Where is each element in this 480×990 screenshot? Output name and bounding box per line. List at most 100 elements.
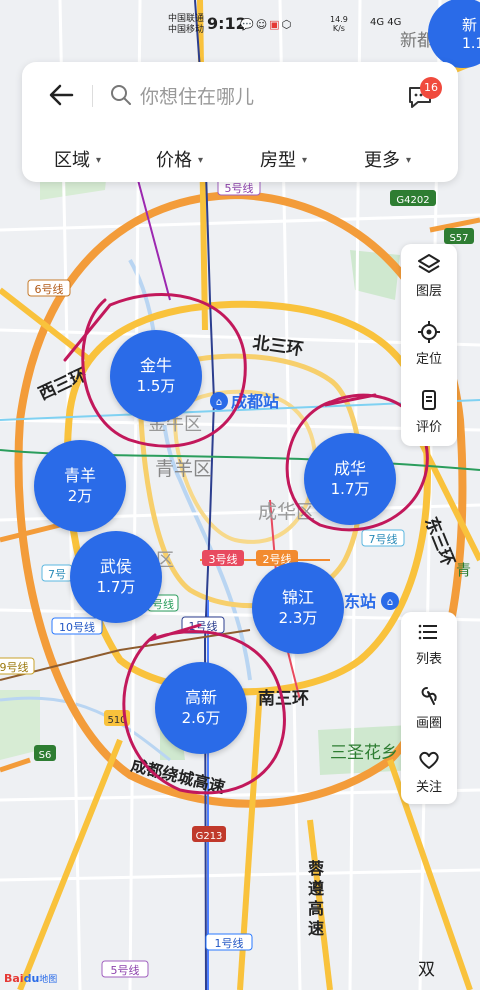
message-badge: 16 — [420, 77, 442, 99]
bubble-price: 1.7万 — [96, 578, 136, 596]
tool-label: 评价 — [415, 420, 442, 435]
filter-bar: 区域 ▾ 价格 ▾ 房型 ▾ 更多 ▾ — [22, 146, 458, 174]
net-speed-value: 14.9 — [330, 15, 348, 24]
metro-tag-l1b: 1号线 — [205, 933, 253, 951]
logo-ditu: 地图 — [39, 975, 58, 985]
road-shield-s6: S6 — [34, 745, 56, 761]
bubble-name: 武侯 — [99, 557, 132, 576]
divider — [92, 85, 93, 107]
list-tools-panel: 列表 画圈 关注 — [401, 612, 457, 804]
svg-text:10号线: 10号线 — [59, 620, 95, 634]
filter-more[interactable]: 更多 ▾ — [364, 146, 411, 172]
locate-icon — [418, 321, 440, 343]
map-tools-panel: 图层 定位 评价 — [401, 244, 457, 446]
tool-label: 定位 — [415, 352, 442, 367]
place-label-shuang: 双 — [418, 960, 435, 980]
district-bubble-jinjiang[interactable]: 锦江 2.3万 — [252, 562, 344, 654]
svg-text:5号线: 5号线 — [225, 181, 254, 195]
district-bubble-qingyang[interactable]: 青羊 2万 — [34, 440, 126, 532]
district-bubble-chenghua[interactable]: 成华 1.7万 — [304, 433, 396, 525]
review-button[interactable]: 评价 — [401, 380, 457, 446]
district-label-qingyang: 青羊区 — [155, 458, 212, 480]
bubble-price: 1.5万 — [136, 377, 176, 395]
filter-price[interactable]: 价格 ▾ — [156, 146, 203, 172]
tool-label: 图层 — [415, 284, 442, 299]
follow-button[interactable]: 关注 — [401, 740, 457, 806]
filter-room-type[interactable]: 房型 ▾ — [260, 146, 307, 172]
svg-text:⌂: ⌂ — [216, 397, 222, 408]
bubble-name: 新 — [462, 16, 478, 34]
layers-icon — [418, 254, 440, 273]
svg-text:蓉: 蓉 — [307, 859, 324, 878]
road-shield-g4202: G4202 — [390, 190, 436, 206]
svg-text:7号线: 7号线 — [369, 532, 398, 546]
status-bar: 中国联通 中国移动 9:12 💬☺▣⬡ 14.9 K/s 4G 4G — [0, 0, 480, 44]
svg-text:7号: 7号 — [48, 568, 66, 581]
baidu-map-logo: Baidu地图 — [4, 972, 57, 985]
carrier-2: 中国移动 — [168, 25, 205, 35]
locate-button[interactable]: 定位 — [401, 312, 457, 378]
bubble-price: 2.6万 — [181, 709, 221, 727]
bubble-price: 2.3万 — [278, 609, 318, 627]
search-input[interactable] — [138, 82, 372, 112]
net-speed: 14.9 K/s — [330, 15, 348, 33]
logo-bai: Bai — [4, 972, 24, 985]
metro-tag-l7a: 7号线 — [361, 529, 405, 547]
tool-label: 列表 — [415, 652, 442, 667]
svg-text:速: 速 — [308, 919, 324, 938]
district-bubble-wuhou[interactable]: 武侯 1.7万 — [70, 531, 162, 623]
bubble-name: 成华 — [333, 459, 366, 478]
bubble-price: 1.7万 — [330, 480, 370, 498]
chevron-down-icon: ▾ — [302, 155, 308, 166]
layers-button[interactable]: 图层 — [401, 244, 457, 310]
filter-label: 区域 — [54, 150, 90, 171]
back-arrow-icon[interactable] — [46, 78, 76, 112]
svg-text:1号线: 1号线 — [215, 936, 244, 950]
svg-text:高: 高 — [308, 899, 324, 918]
svg-text:S6: S6 — [39, 750, 52, 761]
filter-label: 房型 — [260, 150, 296, 171]
chevron-down-icon: ▾ — [96, 155, 102, 166]
search-card: 16 区域 ▾ 价格 ▾ 房型 ▾ 更多 ▾ — [22, 62, 458, 182]
chevron-down-icon: ▾ — [406, 155, 412, 166]
svg-text:S57: S57 — [449, 233, 468, 244]
notification-icons: 💬☺▣⬡ — [240, 18, 294, 31]
heart-icon — [419, 751, 439, 769]
station-label-east: 东站 — [344, 592, 376, 611]
district-bubble-jinniu[interactable]: 金牛 1.5万 — [110, 330, 202, 422]
bubble-name: 锦江 — [281, 588, 314, 607]
bubble-name: 高新 — [184, 688, 217, 707]
signal-icon: 4G 4G — [370, 17, 402, 28]
metro-tag-l10: 10号线 — [51, 617, 103, 635]
metro-tag-l9: 9号线 — [0, 657, 35, 675]
svg-text:G213: G213 — [196, 831, 223, 842]
logo-du: du — [23, 972, 40, 985]
svg-text:6号线: 6号线 — [35, 282, 64, 296]
filter-label: 更多 — [364, 150, 400, 171]
svg-text:3号线: 3号线 — [209, 552, 238, 566]
net-speed-unit: K/s — [332, 24, 345, 33]
svg-text:遵: 遵 — [308, 879, 325, 898]
carrier-1: 中国联通 — [168, 14, 205, 24]
district-bubble-gaoxin[interactable]: 高新 2.6万 — [155, 662, 247, 754]
svg-text:5号线: 5号线 — [111, 963, 140, 977]
draw-circle-button[interactable]: 画圈 — [401, 676, 457, 742]
place-label-qing: 青 — [456, 561, 471, 579]
bubble-price: 1.1 — [462, 36, 480, 52]
tool-label: 关注 — [415, 780, 442, 795]
road-label-east-ring: 东三环 — [420, 514, 459, 569]
svg-text:⌂: ⌂ — [387, 597, 393, 608]
filter-area[interactable]: 区域 ▾ — [54, 146, 101, 172]
list-icon — [418, 624, 437, 640]
review-icon — [422, 390, 436, 410]
svg-text:G4202: G4202 — [396, 195, 429, 206]
district-label-chenghua: 成华区 — [258, 501, 315, 523]
bubble-name: 青羊 — [63, 466, 96, 485]
bubble-price: 2万 — [67, 487, 93, 505]
list-button[interactable]: 列表 — [401, 612, 457, 678]
tool-label: 画圈 — [415, 716, 442, 731]
svg-text:9号线: 9号线 — [0, 660, 29, 674]
carrier-info: 中国联通 中国移动 — [168, 14, 204, 36]
road-shield-s57: S57 — [444, 228, 474, 244]
metro-tag-l5b: 5号线 — [101, 960, 149, 978]
